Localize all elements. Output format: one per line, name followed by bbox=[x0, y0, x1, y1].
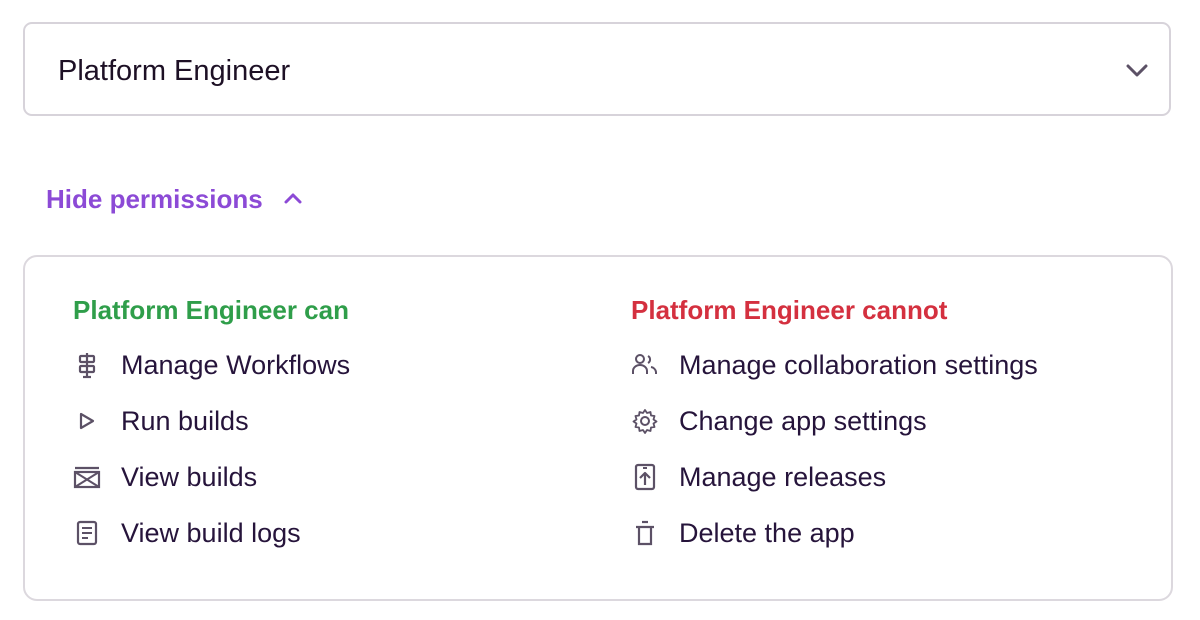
workflow-icon bbox=[73, 351, 101, 379]
builds-icon bbox=[73, 463, 101, 491]
permission-label: Manage collaboration settings bbox=[679, 350, 1038, 380]
permission-item: View build logs bbox=[73, 505, 350, 561]
gear-icon bbox=[631, 407, 659, 435]
hide-permissions-toggle[interactable]: Hide permissions bbox=[46, 181, 305, 217]
permission-item: Delete the app bbox=[631, 505, 1038, 561]
chevron-down-icon bbox=[1123, 56, 1151, 84]
permissions-panel: Platform Engineer can Manage Workflows R… bbox=[23, 255, 1173, 601]
role-select[interactable]: Platform Engineer bbox=[23, 22, 1171, 116]
permission-item: Run builds bbox=[73, 393, 350, 449]
chevron-up-icon bbox=[281, 187, 305, 211]
permission-item: Manage Workflows bbox=[73, 337, 350, 393]
people-icon bbox=[631, 351, 659, 379]
permission-label: Run builds bbox=[121, 406, 249, 436]
permission-item: Manage releases bbox=[631, 449, 1038, 505]
cannot-column: Platform Engineer cannot Manage collabor… bbox=[631, 293, 1038, 561]
permission-label: Manage Workflows bbox=[121, 350, 351, 380]
permission-label: View builds bbox=[121, 462, 258, 492]
document-icon bbox=[73, 519, 101, 547]
trash-icon bbox=[631, 519, 659, 547]
permission-item: Manage collaboration settings bbox=[631, 337, 1038, 393]
role-select-value: Platform Engineer bbox=[58, 55, 291, 87]
release-icon bbox=[631, 463, 659, 491]
can-heading: Platform Engineer can bbox=[73, 295, 349, 325]
permission-item: View builds bbox=[73, 449, 350, 505]
permission-label: Change app settings bbox=[679, 406, 927, 436]
hide-permissions-label: Hide permissions bbox=[46, 184, 263, 214]
permission-label: View build logs bbox=[121, 518, 301, 548]
cannot-heading: Platform Engineer cannot bbox=[631, 295, 948, 325]
permission-item: Change app settings bbox=[631, 393, 1038, 449]
can-column: Platform Engineer can Manage Workflows R… bbox=[73, 293, 350, 561]
permission-label: Delete the app bbox=[679, 518, 855, 548]
permission-label: Manage releases bbox=[679, 462, 887, 492]
play-icon bbox=[73, 407, 101, 435]
